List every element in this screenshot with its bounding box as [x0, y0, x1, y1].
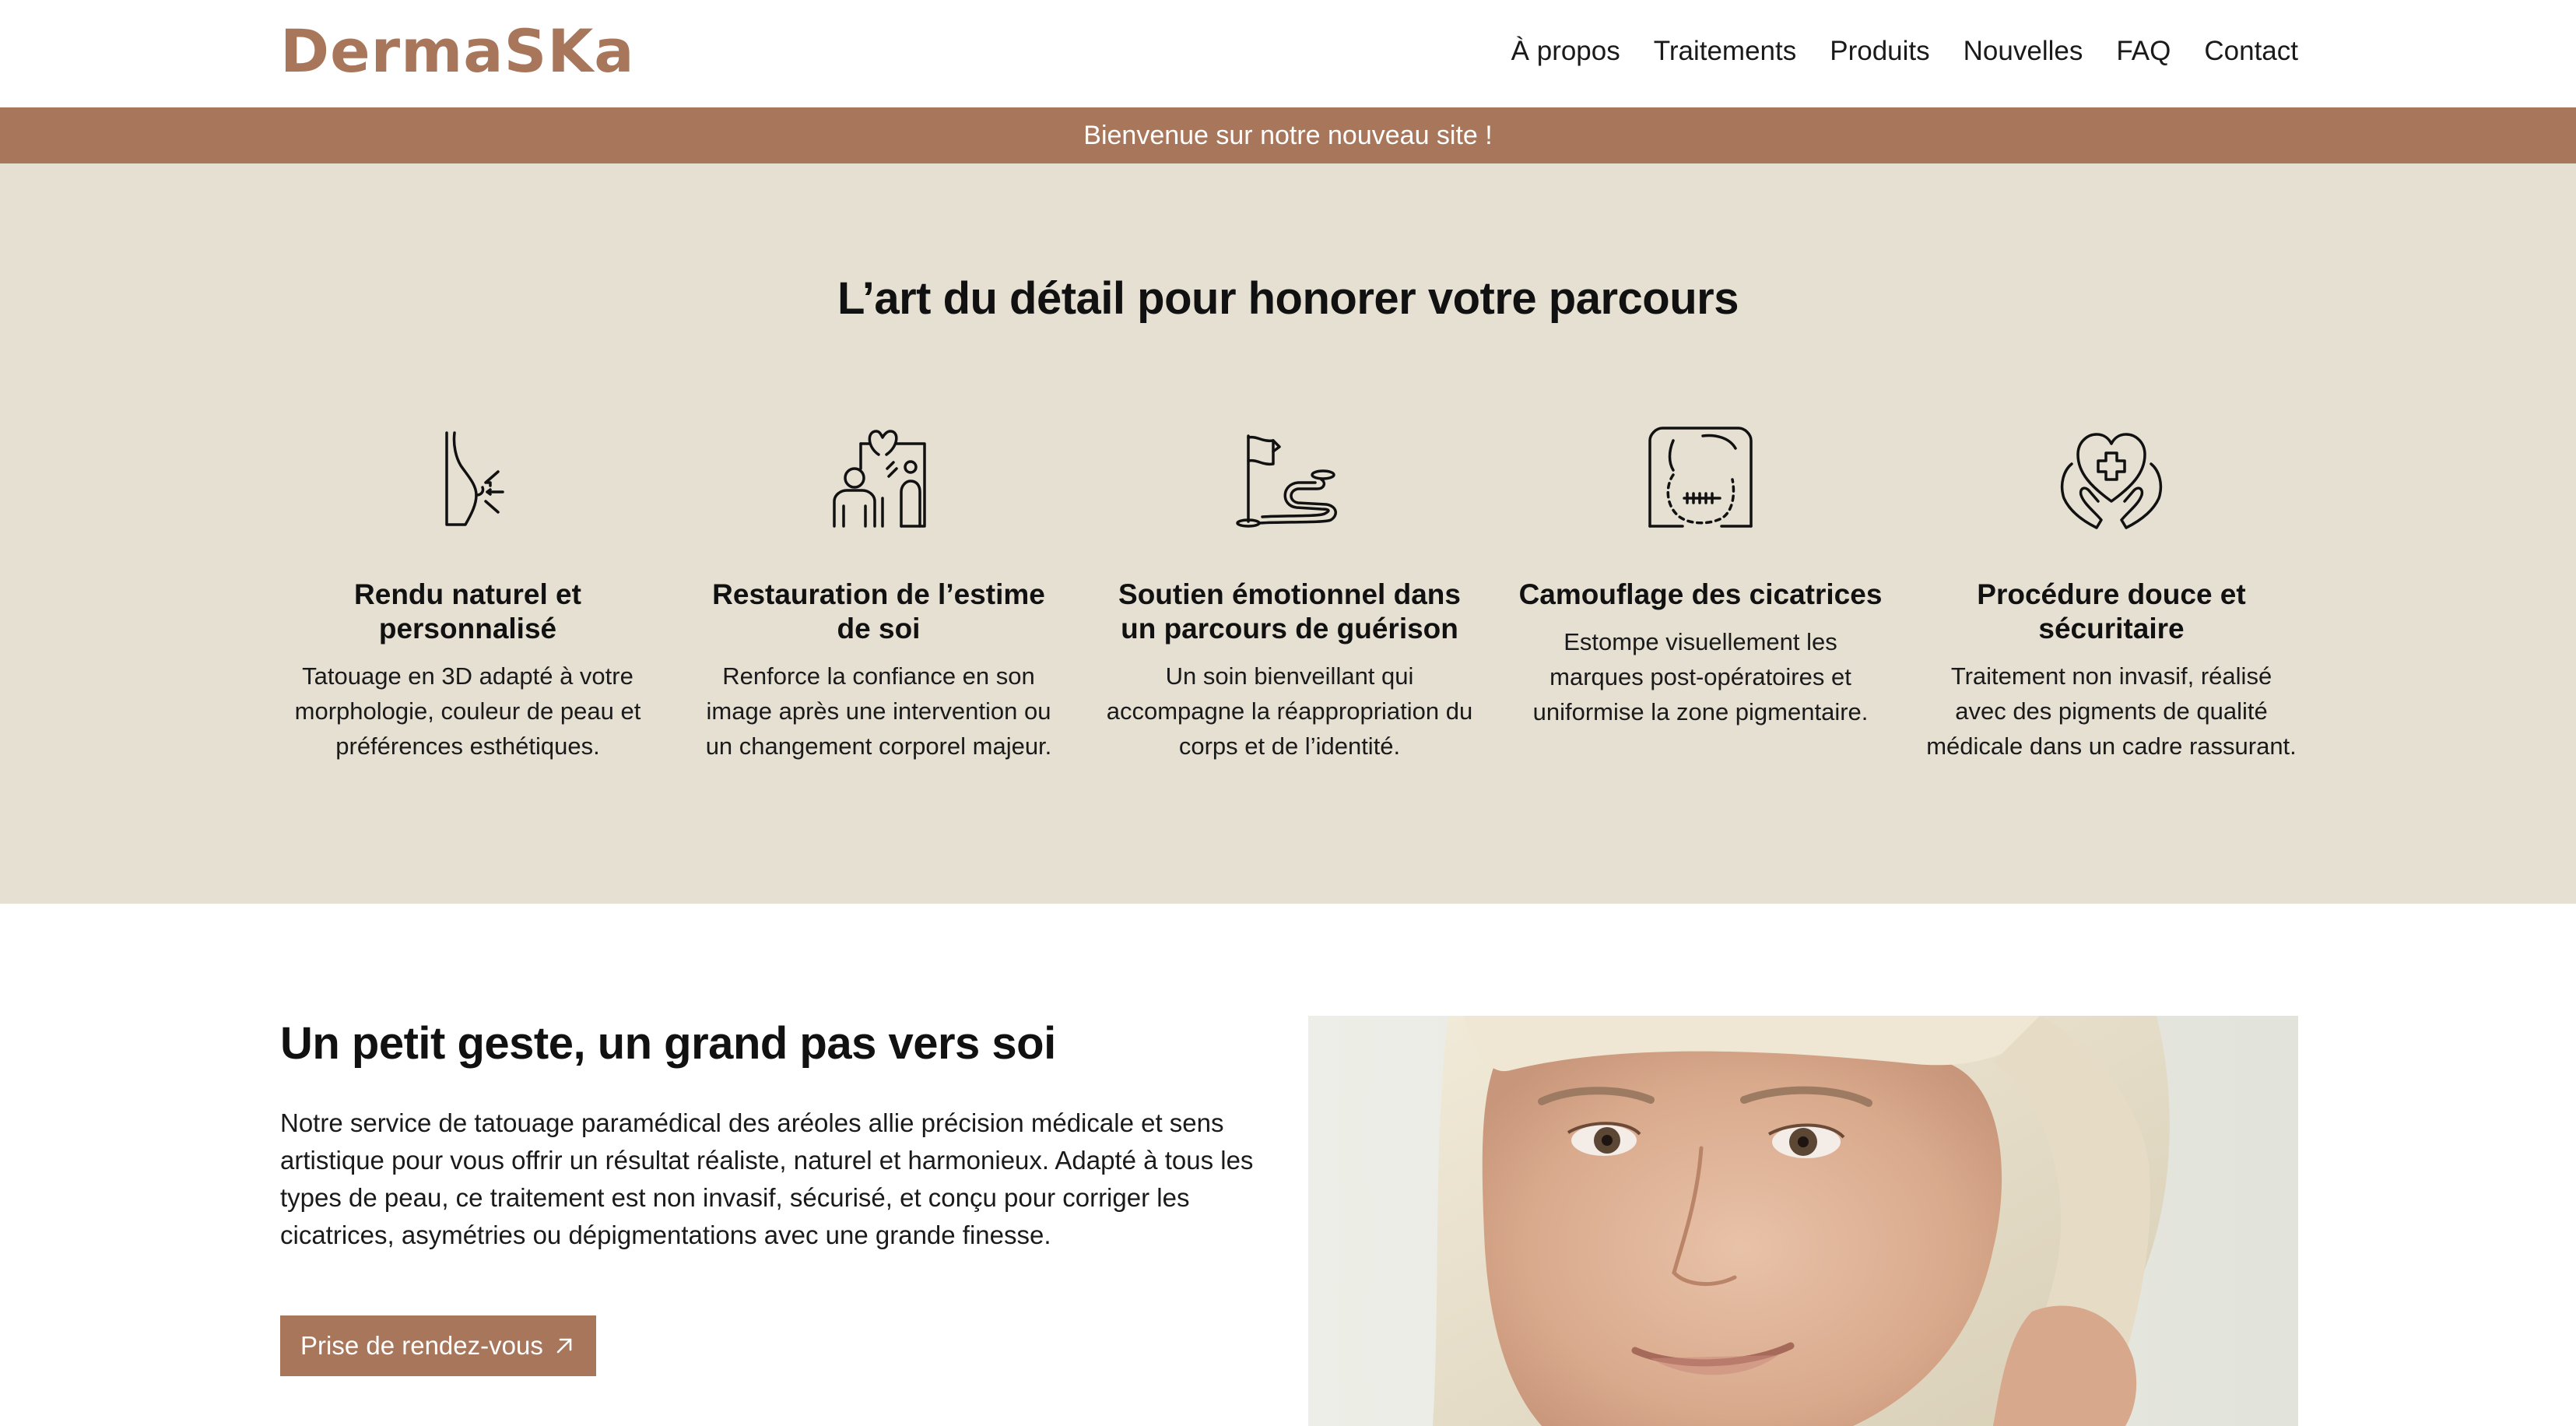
nav-item-traitements[interactable]: Traitements: [1654, 33, 1796, 70]
feature-text: Tatouage en 3D adapté à votre morphologi…: [294, 662, 641, 760]
appointment-button[interactable]: Prise de rendez-vous: [280, 1315, 596, 1376]
intro-text: Notre service de tatouage paramédical de…: [280, 1108, 1254, 1249]
feature-card: Procédure douce et sécuritaire Traitemen…: [1921, 420, 2301, 764]
feature-title: Camouflage des cicatrices: [1518, 578, 1883, 610]
logo[interactable]: DermaSKa: [280, 20, 635, 83]
feature-text: Estompe visuellement les marques post-op…: [1532, 628, 1869, 725]
feature-title: Soutien émotionnel dans un parcours de g…: [1118, 578, 1461, 645]
nav-item-nouvelles[interactable]: Nouvelles: [1964, 33, 2083, 70]
feature-card: Camouflage des cicatrices Estompe visuel…: [1511, 420, 1890, 729]
flag-path-icon: [1236, 434, 1337, 528]
feature-text: Traitement non invasif, réalisé avec des…: [1926, 662, 2297, 760]
feature-title: Rendu naturel et personnalisé: [354, 578, 581, 645]
nav-item-a-propos[interactable]: À propos: [1511, 33, 1620, 70]
woman-portrait-image: [1308, 1016, 2298, 1426]
announcement-text: Bienvenue sur notre nouveau site !: [1083, 120, 1493, 150]
intro-section: Un petit geste, un grand pas vers soi No…: [0, 904, 2576, 1426]
main-nav: À propos Traitements Produits Nouvelles …: [1478, 33, 2298, 70]
arrow-up-right-icon: [556, 1338, 572, 1354]
feature-text: Un soin bienveillant qui accompagne la r…: [1106, 662, 1473, 760]
scar-icon: [1648, 427, 1753, 528]
intro-title: Un petit geste, un grand pas vers soi: [280, 1018, 1056, 1069]
feature-text: Renforce la confiance en son image après…: [705, 662, 1052, 760]
hands-heart-icon: [2060, 433, 2163, 529]
site-header: DermaSKa À propos Traitements Produits N…: [0, 0, 2576, 107]
nav-item-contact[interactable]: Contact: [2204, 33, 2298, 70]
self-esteem-mirror-icon: [833, 430, 926, 528]
appointment-button-label: Prise de rendez-vous: [300, 1331, 543, 1360]
feature-card: Rendu naturel et personnalisé Tatouage e…: [278, 420, 658, 764]
feature-card: Restauration de l’estime de soi Renforce…: [689, 420, 1069, 764]
feature-title: Procédure douce et sécuritaire: [1977, 578, 2246, 645]
features-section: L’art du détail pour honorer votre parco…: [0, 163, 2576, 904]
announcement-bar: Bienvenue sur notre nouveau site !: [0, 107, 2576, 163]
nav-item-produits[interactable]: Produits: [1830, 33, 1929, 70]
breast-icon: [445, 431, 504, 526]
nav-item-faq[interactable]: FAQ: [2116, 33, 2171, 70]
feature-title: Restauration de l’estime de soi: [712, 578, 1045, 645]
features-title: L’art du détail pour honorer votre parco…: [837, 273, 1739, 324]
portrait-illustration: [1308, 1016, 2298, 1426]
feature-card: Soutien émotionnel dans un parcours de g…: [1100, 420, 1479, 764]
